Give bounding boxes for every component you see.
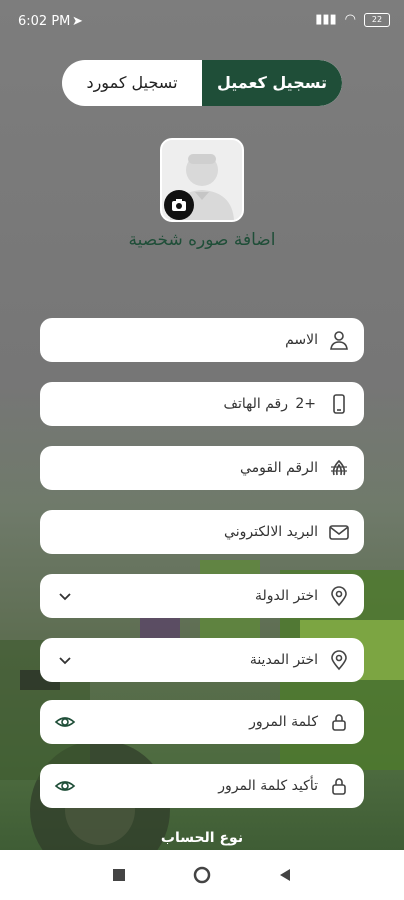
- eye-icon[interactable]: [54, 775, 76, 797]
- status-time: 6:02 PM: [18, 14, 71, 29]
- register-as-client-tab[interactable]: تسجيل كعميل: [202, 60, 342, 106]
- register-as-supplier-tab[interactable]: تسجيل كمورد: [62, 60, 202, 106]
- city-select[interactable]: اختر المدينة: [40, 638, 364, 682]
- registration-mode-toggle[interactable]: تسجيل كمورد تسجيل كعميل: [62, 60, 342, 106]
- wifi-icon: ◠: [344, 12, 356, 27]
- confirm-password-placeholder: تأكيد كلمة المرور: [218, 778, 318, 794]
- status-icons: ▮▮▮ ◠ 22: [315, 12, 390, 27]
- location-pin-icon: [331, 586, 347, 607]
- confirm-password-field[interactable]: تأكيد كلمة المرور: [40, 764, 364, 808]
- app-screen: 6:02 PM ➤ ▮▮▮ ◠ 22 تسجيل كمورد تسجيل كعم…: [0, 0, 404, 850]
- city-placeholder: اختر المدينة: [249, 652, 318, 668]
- name-placeholder: الاسم: [285, 332, 318, 348]
- eye-icon[interactable]: [54, 711, 76, 733]
- back-triangle-icon[interactable]: [276, 866, 294, 884]
- home-circle-icon[interactable]: [193, 866, 211, 884]
- country-select[interactable]: اختر الدولة: [40, 574, 364, 618]
- recents-square-icon[interactable]: [110, 866, 128, 884]
- password-placeholder: كلمة المرور: [249, 714, 318, 730]
- system-navigation-bar: [0, 850, 404, 900]
- lock-icon: [332, 714, 346, 731]
- mail-icon: [329, 525, 349, 540]
- user-icon: [330, 331, 348, 350]
- battery-icon: 22: [364, 12, 390, 27]
- password-field[interactable]: كلمة المرور: [40, 700, 364, 744]
- phone-field[interactable]: +2 رقم الهاتف: [40, 382, 364, 426]
- phone-placeholder: رقم الهاتف: [223, 396, 288, 412]
- national-id-placeholder: الرقم القومي: [240, 460, 318, 476]
- add-profile-photo-label[interactable]: اضافة صوره شخصية: [0, 230, 404, 250]
- location-pin-icon: [331, 650, 347, 671]
- chevron-down-icon[interactable]: [54, 585, 76, 607]
- phone-country-prefix: +2: [295, 396, 316, 412]
- account-type-heading: نوع الحساب: [160, 830, 244, 846]
- lock-icon: [332, 778, 346, 795]
- status-bar: 6:02 PM ➤ ▮▮▮ ◠ 22: [0, 0, 404, 46]
- country-placeholder: اختر الدولة: [255, 588, 318, 604]
- camera-icon: [172, 199, 186, 211]
- email-placeholder: البريد الالكتروني: [224, 524, 318, 540]
- camera-button[interactable]: [164, 190, 194, 220]
- telegram-icon: ➤: [72, 14, 83, 29]
- chevron-down-icon[interactable]: [54, 649, 76, 671]
- fingerprint-icon: [331, 459, 347, 476]
- phone-icon: [333, 394, 345, 414]
- name-field[interactable]: الاسم: [40, 318, 364, 362]
- national-id-field[interactable]: الرقم القومي: [40, 446, 364, 490]
- signal-icon: ▮▮▮: [315, 12, 337, 27]
- email-field[interactable]: البريد الالكتروني: [40, 510, 364, 554]
